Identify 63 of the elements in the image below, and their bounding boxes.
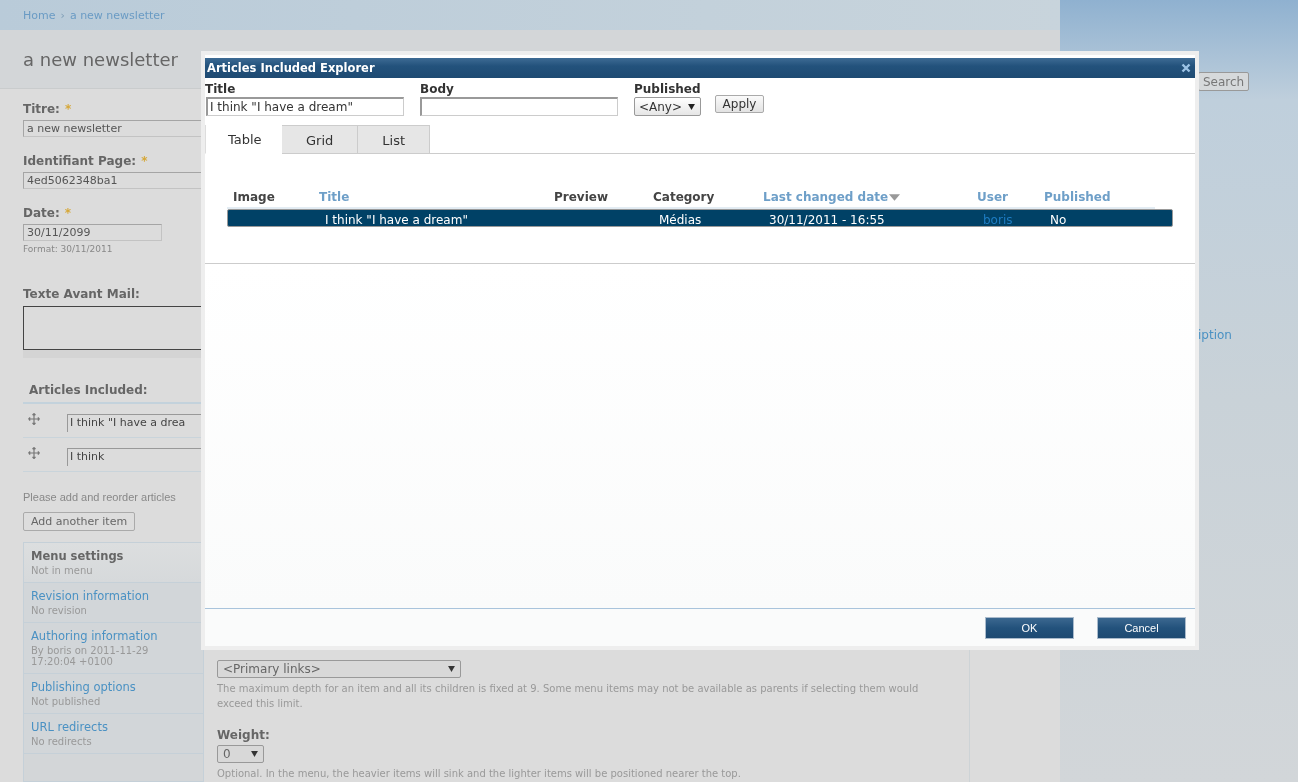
- add-item-button[interactable]: Add another item: [23, 512, 136, 531]
- text-field[interactable]: 30/11/2099: [23, 224, 162, 241]
- help-text: Optional. In the menu, the heavier items will sink and the lighter items will be positioned nearer the top.: [217, 767, 742, 781]
- dropdown-arrow-icon: [251, 751, 258, 757]
- table-cell: No: [1050, 213, 1067, 227]
- vertical-tab-summary: Not published: [31, 696, 102, 707]
- vertical-tab-title[interactable]: Revision information: [31, 589, 196, 603]
- drag-handle-icon[interactable]: [28, 413, 40, 425]
- column-header-link[interactable]: Published: [1044, 190, 1111, 204]
- required-mark: *: [141, 154, 148, 168]
- view-tab[interactable]: List: [358, 125, 431, 154]
- field-label: Identifiant Page:: [23, 154, 137, 168]
- parent-item-select[interactable]: <Primary links>: [217, 660, 461, 678]
- required-mark: *: [64, 206, 71, 220]
- dialog-button[interactable]: Cancel: [1097, 616, 1186, 639]
- filter-select[interactable]: <Any>: [634, 97, 701, 116]
- vertical-tab-summary: No redirects: [31, 736, 93, 747]
- drag-handle-icon[interactable]: [28, 447, 40, 459]
- help-text: The maximum depth for an item and all its children is fixed at 9. Some menu items may not be available as parents if selecting them would exceed this limit.: [217, 682, 920, 711]
- help-text: Please add and reorder articles: [23, 491, 177, 503]
- vertical-tab-summary: No revision: [31, 605, 88, 616]
- dialog-title: Articles Included Explorer: [207, 61, 375, 75]
- vertical-tab-title[interactable]: Publishing options: [31, 680, 196, 694]
- articles-heading: Articles Included:: [29, 383, 148, 397]
- required-mark: *: [64, 102, 72, 116]
- vertical-tab-summary: Not in menu: [31, 565, 94, 576]
- dropdown-arrow-icon: [688, 103, 696, 110]
- breadcrumb-separator: ›: [60, 8, 65, 22]
- table-cell: I think "I have a dream": [325, 213, 468, 227]
- sidebar-link[interactable]: iption: [1198, 328, 1232, 342]
- filter-field[interactable]: [420, 97, 618, 116]
- username-link[interactable]: boris: [983, 213, 1013, 227]
- table-cell: Médias: [659, 213, 702, 227]
- vertical-tab-summary: By boris on 2011-11-29 17:20:04 +0100: [31, 645, 150, 667]
- field-label: Date:: [23, 206, 60, 220]
- filter-label: Published: [634, 82, 701, 96]
- apply-button[interactable]: Apply: [714, 95, 765, 113]
- vertical-tab-title[interactable]: Menu settings: [31, 549, 196, 563]
- table-cell: 30/11/2011 - 16:55: [769, 213, 885, 227]
- field-hint: Format: 30/11/2011: [23, 244, 114, 254]
- vertical-tab-title[interactable]: URL redirects: [31, 720, 196, 734]
- field-label: Texte Avant Mail:: [23, 287, 141, 301]
- page-title: a new newsletter: [23, 48, 178, 70]
- column-header-link[interactable]: Last changed date: [763, 190, 889, 204]
- column-header-link[interactable]: User: [977, 190, 1008, 204]
- search-button[interactable]: Search: [1198, 72, 1250, 91]
- weight-select[interactable]: 0: [217, 745, 264, 763]
- vertical-tab[interactable]: Menu settings Not in menu: [24, 543, 203, 583]
- dropdown-arrow-icon: [448, 666, 455, 672]
- column-header: Preview: [554, 190, 608, 204]
- column-header-link[interactable]: Title: [319, 190, 350, 204]
- dialog-button[interactable]: OK: [985, 616, 1074, 639]
- view-tab[interactable]: Grid: [282, 125, 359, 154]
- close-icon[interactable]: [1181, 63, 1191, 73]
- vertical-tab-title[interactable]: Authoring information: [31, 629, 196, 643]
- field-label: Titre:: [23, 102, 60, 116]
- filter-field[interactable]: I think "I have a dream": [206, 97, 404, 116]
- field-label: Weight:: [217, 728, 271, 742]
- column-header: Category: [653, 190, 715, 204]
- column-header: Image: [233, 190, 275, 204]
- table-row[interactable]: I think "I have a dream" Médias 30/11/2011 - 16:55 boris No: [227, 209, 1173, 227]
- filter-label: Title: [205, 82, 237, 96]
- filter-label: Body: [420, 82, 455, 96]
